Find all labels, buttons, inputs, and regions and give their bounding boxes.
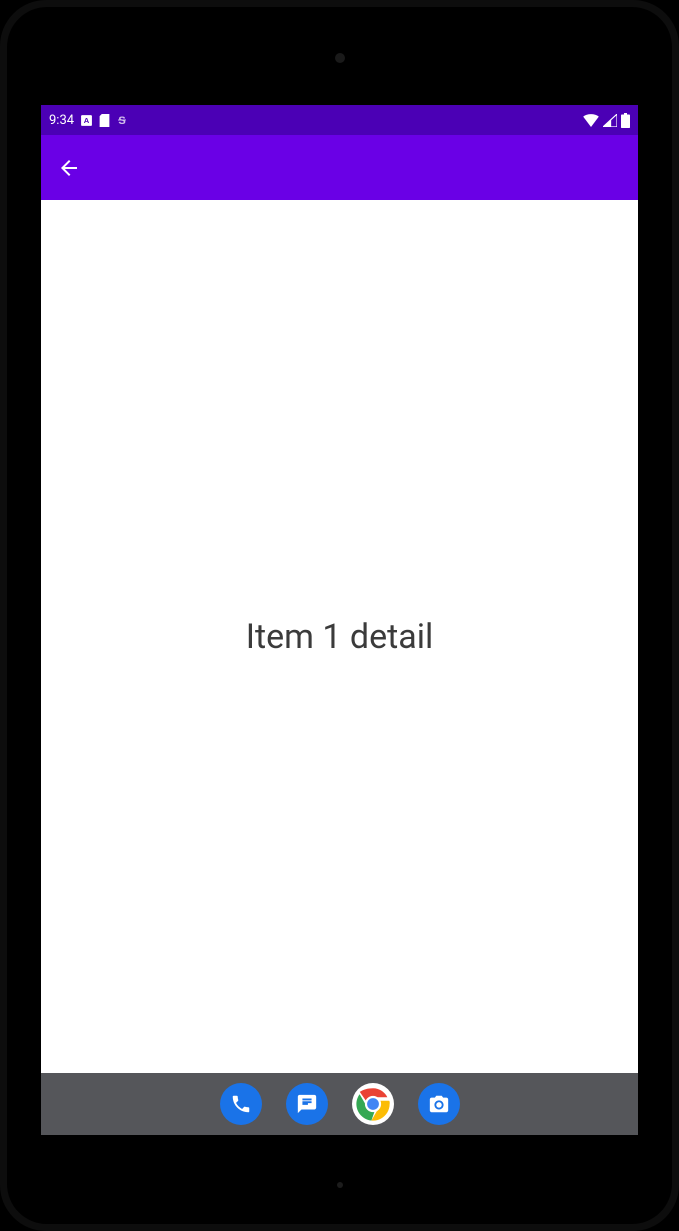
wifi-icon <box>583 114 599 127</box>
tablet-device: 9:34 A S <box>7 7 672 1224</box>
back-button[interactable] <box>57 156 81 180</box>
home-indicator <box>337 1182 343 1188</box>
detail-text: Item 1 detail <box>246 617 434 657</box>
front-camera <box>335 53 345 63</box>
status-left: 9:34 A S <box>49 113 128 128</box>
tablet-frame: 9:34 A S <box>0 0 679 1231</box>
back-arrow-icon <box>57 156 81 180</box>
messages-icon <box>296 1093 318 1115</box>
camera-icon <box>428 1093 450 1115</box>
letter-a-box-icon: A <box>80 114 93 127</box>
status-right <box>583 113 630 128</box>
content-area: Item 1 detail <box>41 200 638 1073</box>
chrome-app[interactable] <box>352 1083 394 1125</box>
sd-card-icon <box>99 114 110 127</box>
status-bar: 9:34 A S <box>41 105 638 135</box>
svg-text:S: S <box>118 115 125 127</box>
clock-text: 9:34 <box>49 113 74 128</box>
phone-app[interactable] <box>220 1083 262 1125</box>
messages-app[interactable] <box>286 1083 328 1125</box>
phone-icon <box>230 1093 252 1115</box>
favorites-bar <box>41 1073 638 1135</box>
screen: 9:34 A S <box>41 105 638 1135</box>
svg-text:A: A <box>84 116 90 125</box>
signal-icon <box>603 114 617 127</box>
app-bar <box>41 135 638 200</box>
chrome-icon <box>352 1083 394 1125</box>
battery-icon <box>621 113 630 128</box>
strike-s-icon: S <box>116 113 128 128</box>
camera-app[interactable] <box>418 1083 460 1125</box>
